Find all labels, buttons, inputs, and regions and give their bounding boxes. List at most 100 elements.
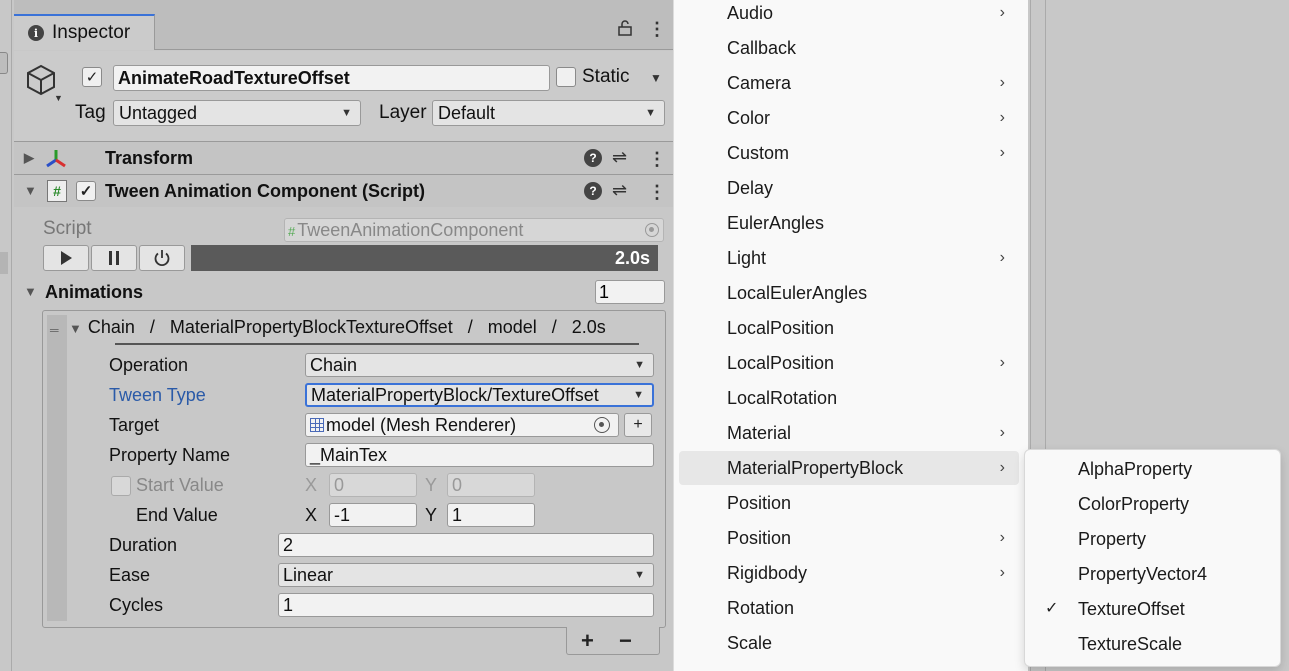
menu-item[interactable]: Position › [679, 521, 1019, 555]
menu-item[interactable]: Scale [679, 626, 1019, 660]
animations-count-field[interactable]: 1 [595, 280, 665, 304]
help-icon[interactable]: ? [584, 182, 602, 200]
play-button[interactable] [43, 245, 89, 271]
list-footer: + − [566, 627, 660, 655]
transform-title: Transform [105, 148, 194, 168]
script-hash-icon: # [288, 224, 296, 239]
menu-item[interactable]: LocalPosition › [679, 346, 1019, 380]
active-checkbox[interactable]: ✓ [82, 67, 102, 87]
end-x-field[interactable]: -1 [329, 503, 417, 527]
fold-arrow-icon[interactable]: ▼ [24, 284, 37, 299]
submenu-item[interactable]: ColorProperty [1029, 487, 1277, 521]
drag-handle[interactable]: ═ [47, 315, 67, 621]
menu-item[interactable]: Rigidbody › [679, 556, 1019, 590]
menu-item[interactable]: Position [679, 486, 1019, 520]
menu-item[interactable]: Custom › [679, 136, 1019, 170]
chevron-right-icon: › [999, 354, 1005, 371]
end-y-field[interactable]: 1 [447, 503, 535, 527]
submenu-item[interactable]: AlphaProperty [1029, 452, 1277, 486]
operation-dropdown[interactable]: Chain ▼ [305, 353, 654, 377]
operation-label: Operation [109, 355, 189, 375]
cube-icon[interactable] [24, 63, 58, 97]
chevron-right-icon: › [999, 4, 1005, 21]
target-add-button[interactable]: + [624, 413, 652, 437]
chevron-right-icon: › [999, 74, 1005, 91]
menu-item[interactable]: Callback [679, 31, 1019, 65]
menu-item-label: Rotation [727, 598, 795, 618]
property-name-field[interactable]: _MainTex [305, 443, 654, 467]
kebab-menu-icon[interactable]: ⋮ [648, 150, 666, 168]
list-remove-button[interactable]: − [619, 628, 632, 654]
menu-item[interactable]: MaterialPropertyBlock › [679, 451, 1019, 485]
kebab-menu-icon[interactable]: ⋮ [648, 20, 666, 38]
ease-dropdown[interactable]: Linear ▼ [278, 563, 654, 587]
object-name-field[interactable]: AnimateRoadTextureOffset [113, 65, 550, 91]
menu-item[interactable]: LocalPosition [679, 311, 1019, 345]
progress-bar[interactable]: 2.0s [191, 245, 658, 271]
list-item-header[interactable]: ▼ Chain / MaterialPropertyBlockTextureOff… [69, 317, 606, 338]
help-icon[interactable]: ? [584, 149, 602, 167]
duration-field[interactable]: 2 [278, 533, 654, 557]
cycles-field[interactable]: 1 [278, 593, 654, 617]
menu-item[interactable]: Audio › [679, 0, 1019, 30]
target-field[interactable]: model (Mesh Renderer) [305, 413, 619, 437]
menu-item[interactable]: Light › [679, 241, 1019, 275]
menu-item[interactable]: Material › [679, 416, 1019, 450]
stop-button[interactable] [139, 245, 185, 271]
chevron-down-icon: ▼ [634, 569, 645, 581]
cycles-label: Cycles [109, 595, 164, 615]
object-picker-icon[interactable] [594, 417, 610, 433]
tween-type-dropdown[interactable]: MaterialPropertyBlock/TextureOffset ▼ [305, 383, 654, 407]
scene-edge-handle[interactable] [0, 52, 8, 74]
target-label: Target [109, 415, 160, 435]
menu-item-label: Camera [727, 73, 792, 93]
operation-value: Chain [310, 355, 358, 375]
chevron-right-icon: › [999, 109, 1005, 126]
layer-dropdown[interactable]: Default ▼ [432, 100, 665, 126]
menu-item[interactable]: LocalRotation [679, 381, 1019, 415]
cube-dropdown-arrow-icon[interactable]: ▼ [54, 93, 63, 103]
tween-component-header[interactable]: ▼ # ✓ Tween Animation Component (Script)… [14, 174, 673, 207]
grip-icon: ═ [50, 323, 59, 337]
static-dropdown-arrow-icon[interactable]: ▼ [650, 71, 662, 85]
tween-enabled-checkbox[interactable]: ✓ [76, 181, 96, 201]
menu-item[interactable]: Camera › [679, 66, 1019, 100]
fold-arrow-icon[interactable]: ▼ [69, 321, 82, 336]
gameobject-header: ▼ ✓ AnimateRoadTextureOffset Static ▼ Ta… [14, 51, 673, 141]
submenu-item-label: AlphaProperty [1078, 459, 1193, 479]
script-hash-icon: # [47, 180, 67, 202]
pause-button[interactable] [91, 245, 137, 271]
chevron-down-icon: ▼ [341, 107, 352, 119]
tab-inspector[interactable]: i Inspector [14, 14, 155, 50]
tween-type-value: MaterialPropertyBlock/TextureOffset [311, 385, 599, 405]
chevron-right-icon: › [999, 564, 1005, 581]
fold-arrow-icon[interactable]: ▶ [24, 150, 34, 166]
submenu-item[interactable]: ✓ TextureOffset [1029, 592, 1277, 626]
menu-item[interactable]: Rotation [679, 591, 1019, 625]
menu-item[interactable]: LocalEulerAngles [679, 276, 1019, 310]
tween-type-menu: Audio › Callback Camera › Color › Custom › Delay E… [673, 0, 1028, 671]
scene-edge-strip [0, 0, 12, 671]
presets-sliders-icon[interactable]: ⇌ [612, 147, 627, 168]
scene-edge-marker [0, 252, 8, 274]
kebab-menu-icon[interactable]: ⋮ [648, 183, 666, 201]
tag-dropdown[interactable]: Untagged ▼ [113, 100, 361, 126]
submenu-item[interactable]: Property [1029, 522, 1277, 556]
static-checkbox[interactable] [556, 67, 576, 87]
transform-component-header[interactable]: ▶ Transform ? ⇌ ⋮ [14, 141, 673, 174]
submenu-item[interactable]: PropertyVector4 [1029, 557, 1277, 591]
lock-icon[interactable] [618, 20, 632, 41]
submenu-item-label: ColorProperty [1078, 494, 1190, 514]
menu-item[interactable]: EulerAngles [679, 206, 1019, 240]
submenu-item[interactable]: TextureScale [1029, 627, 1277, 661]
animations-header[interactable]: ▼ Animations 1 [14, 278, 673, 308]
script-value: TweenAnimationComponent [297, 220, 524, 240]
menu-item[interactable]: Color › [679, 101, 1019, 135]
list-add-button[interactable]: + [581, 628, 594, 654]
menu-item[interactable]: Delay [679, 171, 1019, 205]
mesh-renderer-icon [310, 418, 324, 432]
fold-arrow-icon[interactable]: ▼ [24, 183, 37, 198]
presets-sliders-icon[interactable]: ⇌ [612, 180, 627, 201]
submenu-item-label: PropertyVector4 [1078, 564, 1208, 584]
start-value-checkbox[interactable] [111, 476, 131, 496]
